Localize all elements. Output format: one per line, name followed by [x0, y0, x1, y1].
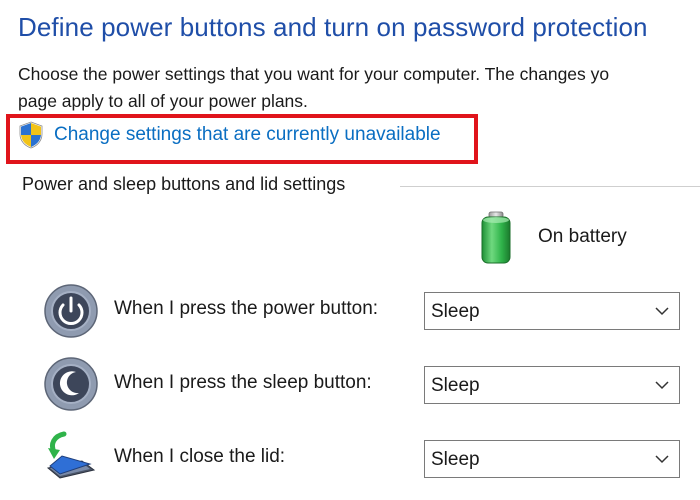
- change-settings-link[interactable]: Change settings that are currently unava…: [18, 120, 441, 150]
- on-battery-label: On battery: [538, 226, 627, 247]
- sleep-button-icon: [44, 357, 98, 411]
- section-title: Power and sleep buttons and lid settings: [22, 174, 346, 194]
- chevron-down-icon: [655, 455, 669, 464]
- power-button-value: Sleep: [431, 301, 480, 322]
- chevron-down-icon: [655, 307, 669, 316]
- power-button-label: When I press the power button:: [114, 298, 379, 319]
- chevron-down-icon: [655, 381, 669, 390]
- power-button-select[interactable]: Sleep: [424, 292, 680, 330]
- close-lid-icon: [46, 431, 96, 479]
- sleep-button-value: Sleep: [431, 375, 480, 396]
- page-title: Define power buttons and turn on passwor…: [18, 12, 648, 42]
- close-lid-select[interactable]: Sleep: [424, 440, 680, 478]
- uac-shield-icon: [19, 121, 43, 149]
- description-line-1: Choose the power settings that you want …: [18, 64, 610, 84]
- section-divider: [400, 186, 700, 187]
- change-settings-label: Change settings that are currently unava…: [54, 124, 441, 145]
- close-lid-label: When I close the lid:: [114, 446, 286, 467]
- description-line-2: page apply to all of your power plans.: [18, 91, 308, 111]
- close-lid-value: Sleep: [431, 449, 480, 470]
- power-button-icon: [44, 284, 98, 338]
- sleep-button-select[interactable]: Sleep: [424, 366, 680, 404]
- battery-icon: [481, 211, 511, 264]
- page-description: Choose the power settings that you want …: [18, 61, 700, 115]
- sleep-button-label: When I press the sleep button:: [114, 372, 372, 393]
